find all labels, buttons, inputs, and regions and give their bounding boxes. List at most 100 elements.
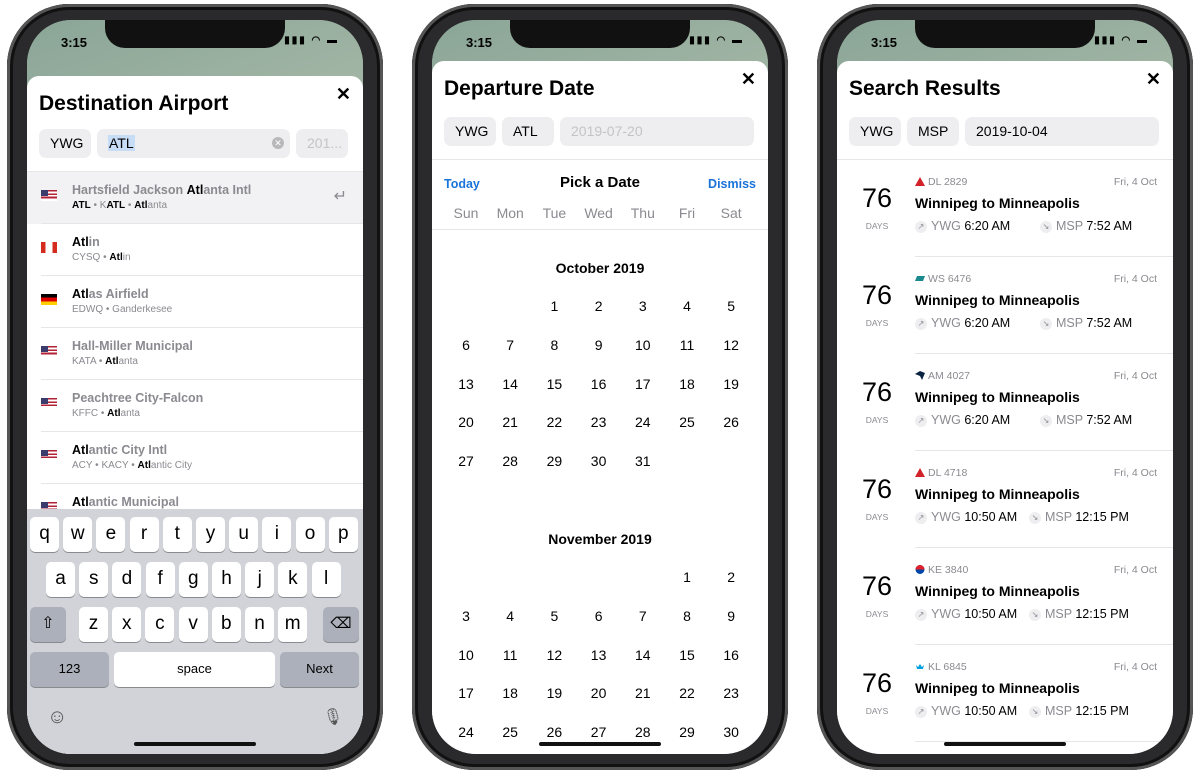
calendar-day[interactable]: 25 (490, 724, 530, 740)
calendar-day[interactable]: 10 (446, 647, 486, 663)
key-q[interactable]: q (30, 517, 59, 552)
calendar-day[interactable]: 28 (623, 724, 663, 740)
origin-field[interactable]: YWG (849, 117, 901, 146)
calendar-day[interactable]: 19 (711, 376, 751, 392)
airport-row[interactable]: Hall-Miller Municipal KATA • Atlanta (27, 328, 363, 380)
calendar-day[interactable]: 24 (446, 724, 486, 740)
key-s[interactable]: s (79, 562, 109, 597)
calendar-day[interactable]: 16 (579, 376, 619, 392)
calendar-day[interactable]: 8 (667, 608, 707, 624)
calendar-day[interactable]: 27 (446, 453, 486, 469)
airport-row[interactable]: Atlas Airfield EDWQ • Ganderkesee (27, 276, 363, 328)
flight-result[interactable]: 76 DAYS DL 2829 Fri, 4 Oct Winnipeg to Minne… (837, 160, 1173, 257)
calendar-day[interactable]: 28 (490, 453, 530, 469)
next-key[interactable]: Next (280, 652, 359, 687)
calendar-day[interactable]: 3 (446, 608, 486, 624)
close-icon[interactable]: ✕ (1146, 69, 1161, 90)
calendar-day[interactable]: 14 (623, 647, 663, 663)
key-j[interactable]: j (245, 562, 275, 597)
key-u[interactable]: u (229, 517, 259, 552)
calendar-day[interactable]: 30 (711, 724, 751, 740)
key-d[interactable]: d (112, 562, 142, 597)
date-field[interactable]: 2019-10-04 (965, 117, 1159, 146)
calendar-day[interactable]: 2 (579, 298, 619, 314)
key-x[interactable]: x (112, 607, 142, 642)
calendar-day[interactable]: 21 (490, 414, 530, 430)
calendar-day[interactable]: 6 (579, 608, 619, 624)
airport-row[interactable]: Atlin CYSQ • Atlin (27, 224, 363, 276)
flight-result[interactable]: 76 DAYS KL 6845 Fri, 4 Oct Winnipeg to Minne… (837, 645, 1173, 742)
calendar-day[interactable]: 13 (446, 376, 486, 392)
key-a[interactable]: a (46, 562, 75, 597)
calendar-day[interactable]: 29 (534, 453, 574, 469)
calendar-day[interactable]: 7 (623, 608, 663, 624)
key-b[interactable]: b (211, 607, 241, 642)
destination-input[interactable]: ATL ✕ (97, 129, 290, 158)
key-z[interactable]: z (79, 607, 108, 642)
key-h[interactable]: h (212, 562, 241, 597)
calendar-day[interactable]: 13 (579, 647, 619, 663)
key-g[interactable]: g (178, 562, 208, 597)
calendar-day[interactable]: 19 (534, 685, 574, 701)
calendar-day[interactable]: 14 (490, 376, 530, 392)
calendar-day[interactable]: 26 (534, 724, 574, 740)
key-t[interactable]: t (162, 517, 192, 552)
calendar-day[interactable]: 24 (623, 414, 663, 430)
calendar-day[interactable]: 9 (711, 608, 751, 624)
calendar-day[interactable]: 15 (667, 647, 707, 663)
calendar-day[interactable]: 20 (579, 685, 619, 701)
calendar-day[interactable]: 1 (534, 298, 574, 314)
calendar-day[interactable]: 11 (490, 647, 530, 663)
airport-row[interactable]: Hartsfield Jackson Atlanta Intl ATL • KAT… (27, 172, 363, 224)
key-p[interactable]: p (328, 517, 358, 552)
airport-row[interactable]: Peachtree City-Falcon KFFC • Atlanta (27, 380, 363, 432)
key-f[interactable]: f (145, 562, 175, 597)
calendar-day[interactable]: 2 (711, 569, 751, 585)
airport-row[interactable]: Atlantic City Intl ACY • KACY • Atlantic … (27, 432, 363, 484)
dismiss-button[interactable]: Dismiss (708, 177, 756, 191)
calendar-day[interactable]: 30 (579, 453, 619, 469)
calendar-day[interactable]: 29 (667, 724, 707, 740)
close-icon[interactable]: ✕ (741, 69, 756, 90)
calendar-day[interactable]: 12 (711, 337, 751, 353)
key-k[interactable]: k (278, 562, 308, 597)
calendar-day[interactable]: 18 (490, 685, 530, 701)
calendar-day[interactable]: 6 (446, 337, 486, 353)
key-e[interactable]: e (96, 517, 126, 552)
calendar-day[interactable]: 25 (667, 414, 707, 430)
calendar-day[interactable]: 22 (534, 414, 574, 430)
calendar-day[interactable]: 11 (667, 337, 707, 353)
calendar-day[interactable]: 20 (446, 414, 486, 430)
clear-icon[interactable]: ✕ (272, 137, 284, 149)
key-w[interactable]: w (63, 517, 93, 552)
key-l[interactable]: l (311, 562, 341, 597)
date-field[interactable]: 201... (296, 129, 348, 158)
calendar-day[interactable]: 12 (534, 647, 574, 663)
flight-result[interactable]: 76 DAYS WS 6476 Fri, 4 Oct Winnipeg to Minne… (837, 257, 1173, 354)
space-key[interactable]: space (114, 652, 275, 687)
key-c[interactable]: c (145, 607, 175, 642)
flight-result[interactable]: 76 DAYS AM 4027 Fri, 4 Oct Winnipeg to Minne… (837, 354, 1173, 451)
destination-field[interactable]: MSP (907, 117, 959, 146)
calendar-day[interactable]: 1 (667, 569, 707, 585)
numbers-key[interactable]: 123 (30, 652, 109, 687)
return-icon[interactable]: ↵ (334, 186, 347, 206)
close-icon[interactable]: ✕ (336, 84, 351, 105)
calendar-day[interactable]: 31 (623, 453, 663, 469)
key-v[interactable]: v (178, 607, 208, 642)
flight-result[interactable]: 76 DAYS KE 3840 Fri, 4 Oct Winnipeg to Minne… (837, 548, 1173, 645)
key-y[interactable]: y (196, 517, 225, 552)
origin-field[interactable]: YWG (444, 117, 496, 146)
destination-field[interactable]: ATL (502, 117, 554, 146)
calendar-day[interactable]: 17 (446, 685, 486, 701)
date-input[interactable]: 2019-07-20 (560, 117, 754, 146)
calendar-day[interactable]: 16 (711, 647, 751, 663)
calendar-day[interactable]: 23 (579, 414, 619, 430)
emoji-icon[interactable]: ☺ (47, 706, 67, 729)
calendar-day[interactable]: 5 (711, 298, 751, 314)
calendar-day[interactable]: 27 (579, 724, 619, 740)
calendar-day[interactable]: 5 (534, 608, 574, 624)
origin-field[interactable]: YWG (39, 129, 91, 158)
calendar-day[interactable]: 21 (623, 685, 663, 701)
calendar-day[interactable]: 26 (711, 414, 751, 430)
